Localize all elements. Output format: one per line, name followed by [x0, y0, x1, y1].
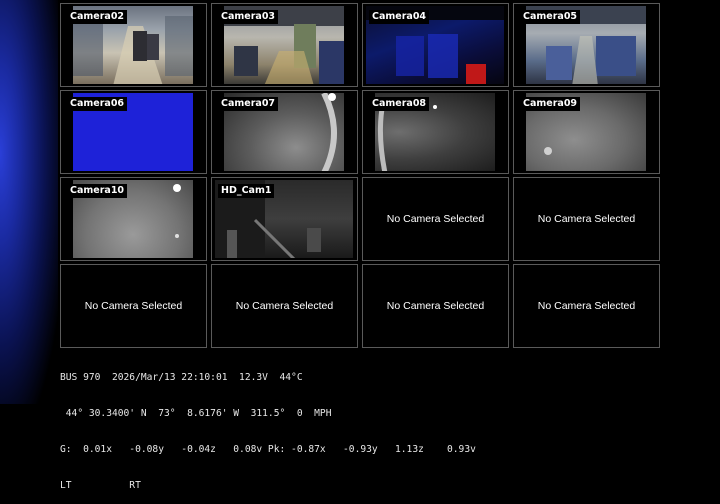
status-overlay: BUS 970 2026/Mar/13 22:10:01 12.3V 44°C …: [60, 348, 476, 504]
camera-label: Camera07: [218, 97, 279, 111]
no-camera-text: No Camera Selected: [537, 213, 636, 225]
left-background-glow: [0, 0, 58, 404]
camera-label: Camera02: [67, 10, 128, 24]
camera-label: HD_Cam1: [218, 184, 275, 198]
camera-tile-hd-cam1[interactable]: HD_Cam1: [211, 177, 358, 261]
camera-tile-camera02[interactable]: Camera02: [60, 3, 207, 87]
camera-tile-empty[interactable]: No Camera Selected: [362, 264, 509, 348]
camera-tile-camera03[interactable]: Camera03: [211, 3, 358, 87]
camera-tile-camera07[interactable]: Camera07: [211, 90, 358, 174]
status-line-bus-info: BUS 970 2026/Mar/13 22:10:01 12.3V 44°C: [60, 372, 303, 383]
camera-label: Camera10: [67, 184, 128, 198]
camera-tile-empty[interactable]: No Camera Selected: [362, 177, 509, 261]
no-camera-text: No Camera Selected: [84, 300, 183, 312]
camera-tile-empty[interactable]: No Camera Selected: [513, 264, 660, 348]
status-line-gsensor: G: 0.01x -0.08y -0.04z 0.08v Pk: -0.87x …: [60, 444, 476, 455]
camera-grid: Camera02 Camera03 Camera04 Camera05 Came…: [60, 3, 660, 348]
no-camera-text: No Camera Selected: [386, 213, 485, 225]
camera-tile-camera10[interactable]: Camera10: [60, 177, 207, 261]
camera-label: Camera04: [369, 10, 430, 24]
camera-tile-empty[interactable]: No Camera Selected: [211, 264, 358, 348]
camera-tile-camera04[interactable]: Camera04: [362, 3, 509, 87]
camera-label: Camera05: [520, 10, 581, 24]
camera-label: Camera03: [218, 10, 279, 24]
camera-viewer-panel: Camera02 Camera03 Camera04 Camera05 Came…: [58, 0, 662, 404]
camera-tile-camera09[interactable]: Camera09: [513, 90, 660, 174]
camera-tile-empty[interactable]: No Camera Selected: [513, 177, 660, 261]
camera-tile-empty[interactable]: No Camera Selected: [60, 264, 207, 348]
no-camera-text: No Camera Selected: [537, 300, 636, 312]
camera-tile-camera08[interactable]: Camera08: [362, 90, 509, 174]
camera-tile-camera06[interactable]: Camera06: [60, 90, 207, 174]
status-line-turn-signals: LT RT: [60, 480, 141, 491]
no-camera-text: No Camera Selected: [235, 300, 334, 312]
camera-label: Camera08: [369, 97, 430, 111]
camera-label: Camera06: [67, 97, 128, 111]
no-camera-text: No Camera Selected: [386, 300, 485, 312]
camera-tile-camera05[interactable]: Camera05: [513, 3, 660, 87]
status-line-gps: 44° 30.3400' N 73° 8.6176' W 311.5° 0 MP…: [60, 408, 332, 419]
camera-label: Camera09: [520, 97, 581, 111]
